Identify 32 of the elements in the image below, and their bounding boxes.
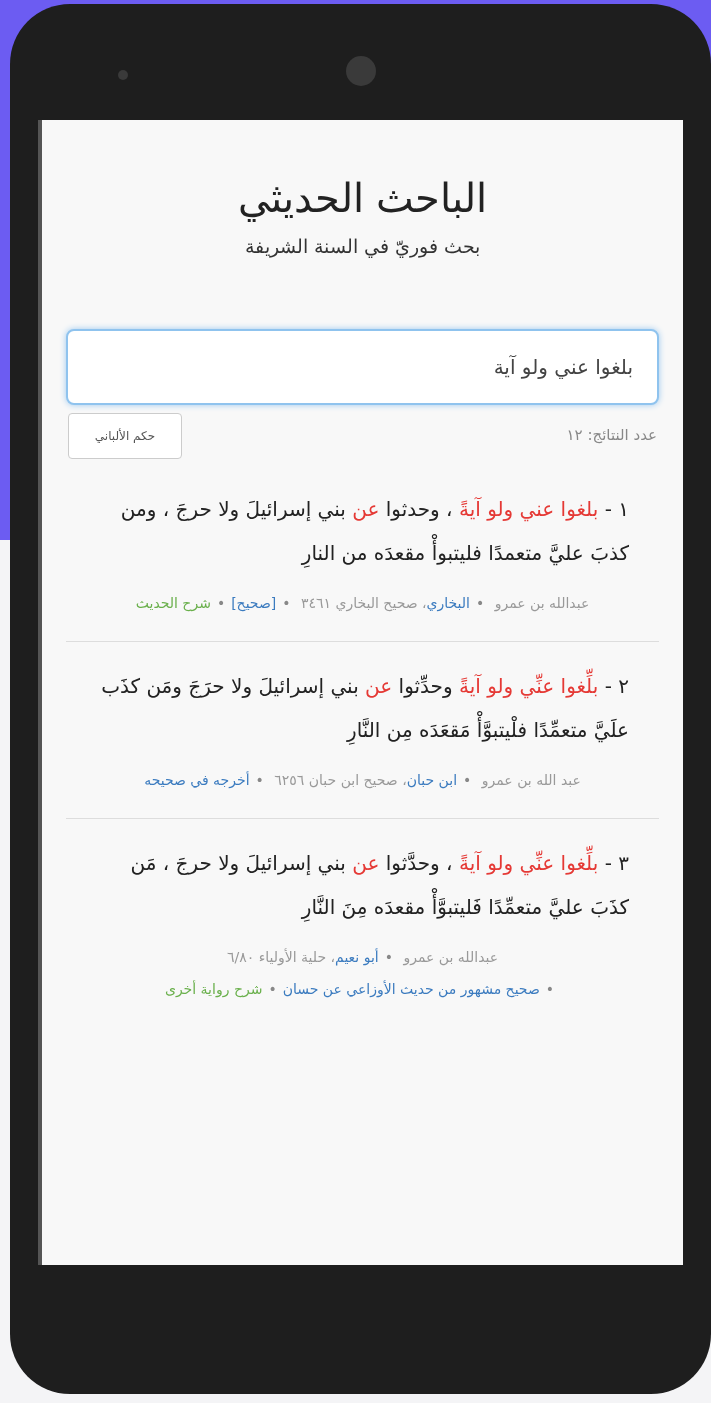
hadith-text: ١ - بلغوا عني ولو آيةً ، وحدثوا عن بني إسرائيلَ ولا حرجَ ، ومن كذبَ عليَّ متعمدًا فليتبوأْ مقعدَه من النارِ xyxy=(96,486,629,575)
hadith-text: ٣ - بلِّغوا عنِّي ولو آيةً ، وحدَّثوا عن بني إسرائيلَ ولا حرجَ ، مَن كذَبَ عليَّ متعمِّدًا فَليتبوَّأْ مقعدَه مِنَ النَّارِ xyxy=(96,840,629,929)
albani-grade-button[interactable]: حكم الألباني xyxy=(68,412,182,459)
app-title: الباحث الحديثي xyxy=(236,174,489,224)
scholar-link[interactable]: ابن حبان xyxy=(406,771,458,788)
separator-dot: • xyxy=(545,980,555,997)
narrator-text: عبدالله بن عمرو xyxy=(494,594,590,611)
scholar-link[interactable]: البخاري xyxy=(426,594,470,611)
separator-dot: • xyxy=(384,948,393,965)
hadith-text: ٢ - بلِّغوا عنِّي ولو آيةً وحدِّثوا عن بني إسرائيلَ ولا حرَجَ ومَن كذَب علَيَّ متعمِّدًا فلْيتبوَّأْ مَقعَدَه مِن النَّارِ xyxy=(96,663,629,752)
results-count: عدد النتائج: ١٢ xyxy=(566,425,657,447)
grade-link[interactable]: أخرجه في صحيحه xyxy=(144,771,250,788)
separator-dot: • xyxy=(268,980,277,997)
separator-dot: • xyxy=(282,594,291,611)
explanation-link[interactable]: شرح رواية أخرى xyxy=(164,980,263,997)
source-text: ، حلية الأولياء ٦/٨٠ xyxy=(226,948,336,965)
grade-link[interactable]: صحيح مشهور من حديث الأوزاعي عن حسان xyxy=(282,980,540,997)
explanation-link[interactable]: شرح الحديث xyxy=(135,594,211,611)
source-text: ، صحيح ابن حبان ٦٢٥٦ xyxy=(274,771,407,788)
narrator-text: عبدالله بن عمرو xyxy=(403,948,499,965)
grade-link[interactable]: [صحيح] xyxy=(231,594,277,611)
narrator-text: عبد الله بن عمرو xyxy=(481,771,581,788)
separator-dot: • xyxy=(216,594,226,611)
app-subtitle: بحث فوريّ في السنة الشريفة xyxy=(243,234,482,260)
separator-dot: • xyxy=(255,771,264,788)
camera-icon xyxy=(346,56,376,86)
sensor-icon xyxy=(118,70,128,80)
search-field[interactable]: بلغوا عني ولو آية xyxy=(66,328,659,405)
separator-dot: • xyxy=(475,594,485,611)
scholar-link[interactable]: أبو نعيم xyxy=(335,948,379,965)
source-text: ، صحيح البخاري ٣٤٦١ xyxy=(301,594,427,611)
separator-dot: • xyxy=(463,771,472,788)
